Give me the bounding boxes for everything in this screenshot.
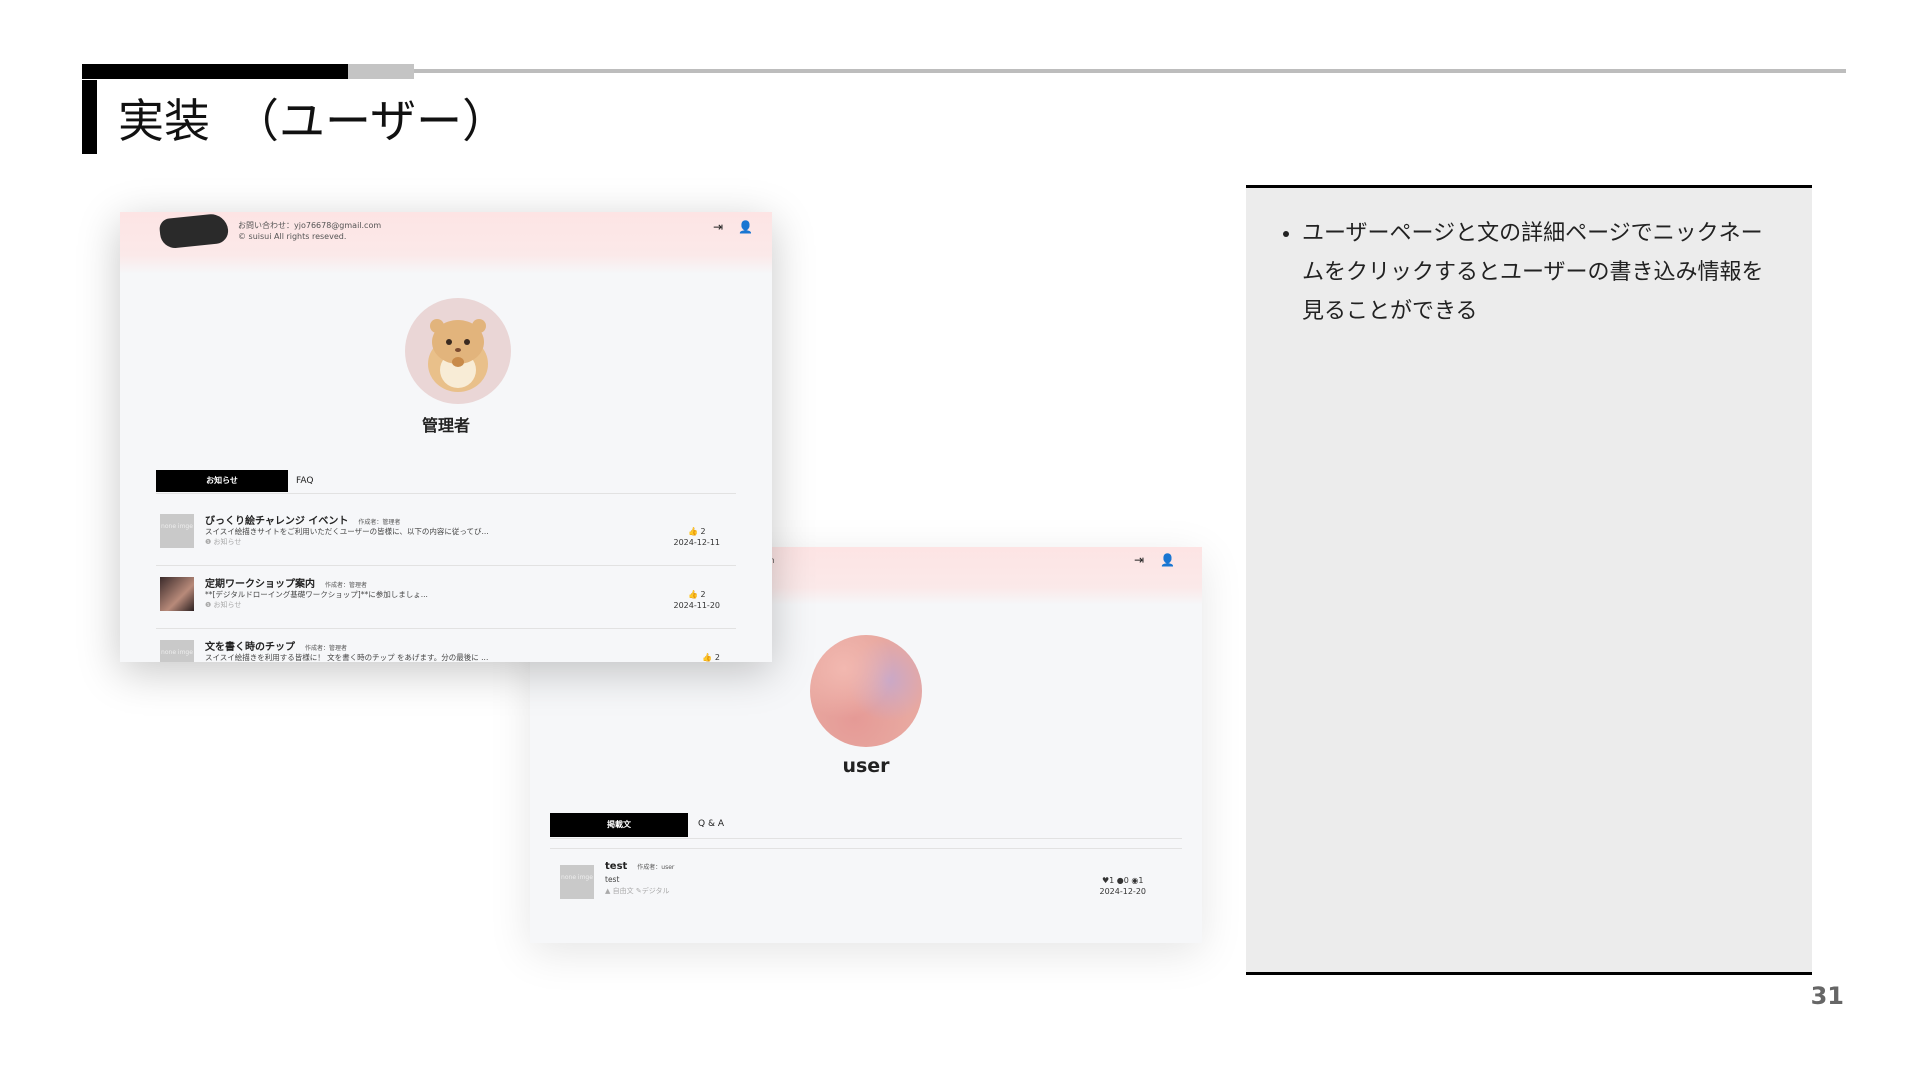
like-count: 👍 2: [687, 590, 706, 599]
tab-qa[interactable]: Q & A: [698, 819, 724, 829]
contact-info: お問い合わせ：yjo76678@gmail.com © suisui All r…: [238, 221, 382, 241]
post-title: 文を書く時のチップ 作成者：管理者: [205, 642, 348, 653]
slide-title: 実装 （ユーザー）: [118, 94, 509, 148]
username[interactable]: user: [530, 755, 1202, 777]
post-author: 作成者：user: [637, 864, 675, 871]
list-item[interactable]: none imge test 作成者：user test ▲ 自由文 ✎デジタル …: [550, 851, 1182, 911]
tab-faq[interactable]: FAQ: [296, 476, 313, 486]
avatar: [405, 298, 511, 404]
list-item[interactable]: none imge びっくり絵チャレンジ イベント 作成者：管理者 スイスイ絵描き…: [150, 504, 746, 564]
site-logo[interactable]: [158, 212, 230, 250]
post-meta: 👍 2 2024-12-11: [674, 526, 721, 548]
post-author: 作成者：管理者: [305, 645, 348, 652]
header-rule: [414, 69, 1846, 73]
post-thumbnail: none imge: [160, 640, 194, 662]
explanation-panel: ユーザーページと文の詳細ページでニックネームをクリックするとユーザーの書き込み情…: [1246, 185, 1812, 975]
avatar: [810, 635, 922, 747]
post-meta: ♥1 ●0 ◉1 2024-12-20: [1100, 875, 1147, 897]
row-divider: [156, 628, 736, 629]
post-meta: 👍 2: [702, 652, 720, 662]
post-author: 作成者：管理者: [325, 582, 368, 589]
title-bar: [82, 80, 97, 154]
list-item[interactable]: none imge 文を書く時のチップ 作成者：管理者 スイスイ絵描きを利用する皆…: [150, 630, 746, 662]
logout-icon[interactable]: ⇥: [713, 220, 723, 234]
tab-posts[interactable]: 掲載文: [550, 813, 688, 837]
post-meta: 👍 2 2024-11-20: [674, 589, 721, 611]
username[interactable]: 管理者: [120, 412, 772, 436]
screenshot-admin-page: お問い合わせ：yjo76678@gmail.com © suisui All r…: [120, 212, 772, 662]
post-title: びっくり絵チャレンジ イベント 作成者：管理者: [205, 516, 401, 527]
post-thumbnail: none imge: [160, 514, 194, 548]
post-excerpt: **[デジタルドローイング基礎ワークショップ]**に参加しましょ...: [205, 590, 428, 599]
like-count: 👍 2: [687, 527, 706, 536]
tab-divider: [156, 493, 736, 494]
page-number: 31: [1810, 982, 1844, 1010]
bullet-item: ユーザーページと文の詳細ページでニックネームをクリックするとユーザーの書き込み情…: [1302, 214, 1812, 331]
tab-divider: [550, 838, 1182, 839]
post-category: ❶ お知らせ: [205, 538, 242, 546]
like-count: 👍 2: [702, 653, 720, 662]
user-icon[interactable]: 👤: [1160, 553, 1175, 567]
post-date: 2024-11-20: [673, 601, 721, 610]
row-divider: [156, 565, 736, 566]
header-accent-gray: [348, 64, 414, 79]
site-header: お問い合わせ：yjo76678@gmail.com © suisui All r…: [120, 212, 772, 274]
post-title: test 作成者：user: [605, 861, 675, 872]
post-category: ▲ 自由文 ✎デジタル: [605, 887, 670, 895]
user-icon[interactable]: 👤: [738, 220, 753, 234]
post-stats: ♥1 ●0 ◉1: [1102, 876, 1144, 885]
hamster-icon: [428, 319, 488, 392]
post-title: 定期ワークショップ案内 作成者：管理者: [205, 579, 368, 590]
post-thumbnail: [160, 577, 194, 611]
post-date: 2024-12-11: [673, 538, 721, 547]
header-accent-black: [82, 64, 348, 79]
post-thumbnail: none imge: [560, 865, 594, 899]
post-excerpt: スイスイ絵描きサイトをご利用いただくユーザーの皆様に、以下の内容に従ってび...: [205, 527, 489, 536]
post-date: 2024-12-20: [1099, 887, 1147, 896]
tab-notices[interactable]: お知らせ: [156, 470, 288, 492]
post-excerpt: スイスイ絵描きを利用する皆様に！ 文を書く時のチップ をあげます。分の最後に .…: [205, 653, 489, 662]
post-excerpt: test: [605, 875, 620, 884]
post-author: 作成者：管理者: [358, 519, 401, 526]
bullet-list: ユーザーページと文の詳細ページでニックネームをクリックするとユーザーの書き込み情…: [1246, 214, 1812, 331]
list-item[interactable]: 定期ワークショップ案内 作成者：管理者 **[デジタルドローイング基礎ワークショッ…: [150, 567, 746, 627]
row-divider: [550, 848, 1182, 849]
logout-icon[interactable]: ⇥: [1134, 553, 1144, 567]
post-category: ❶ お知らせ: [205, 601, 242, 609]
